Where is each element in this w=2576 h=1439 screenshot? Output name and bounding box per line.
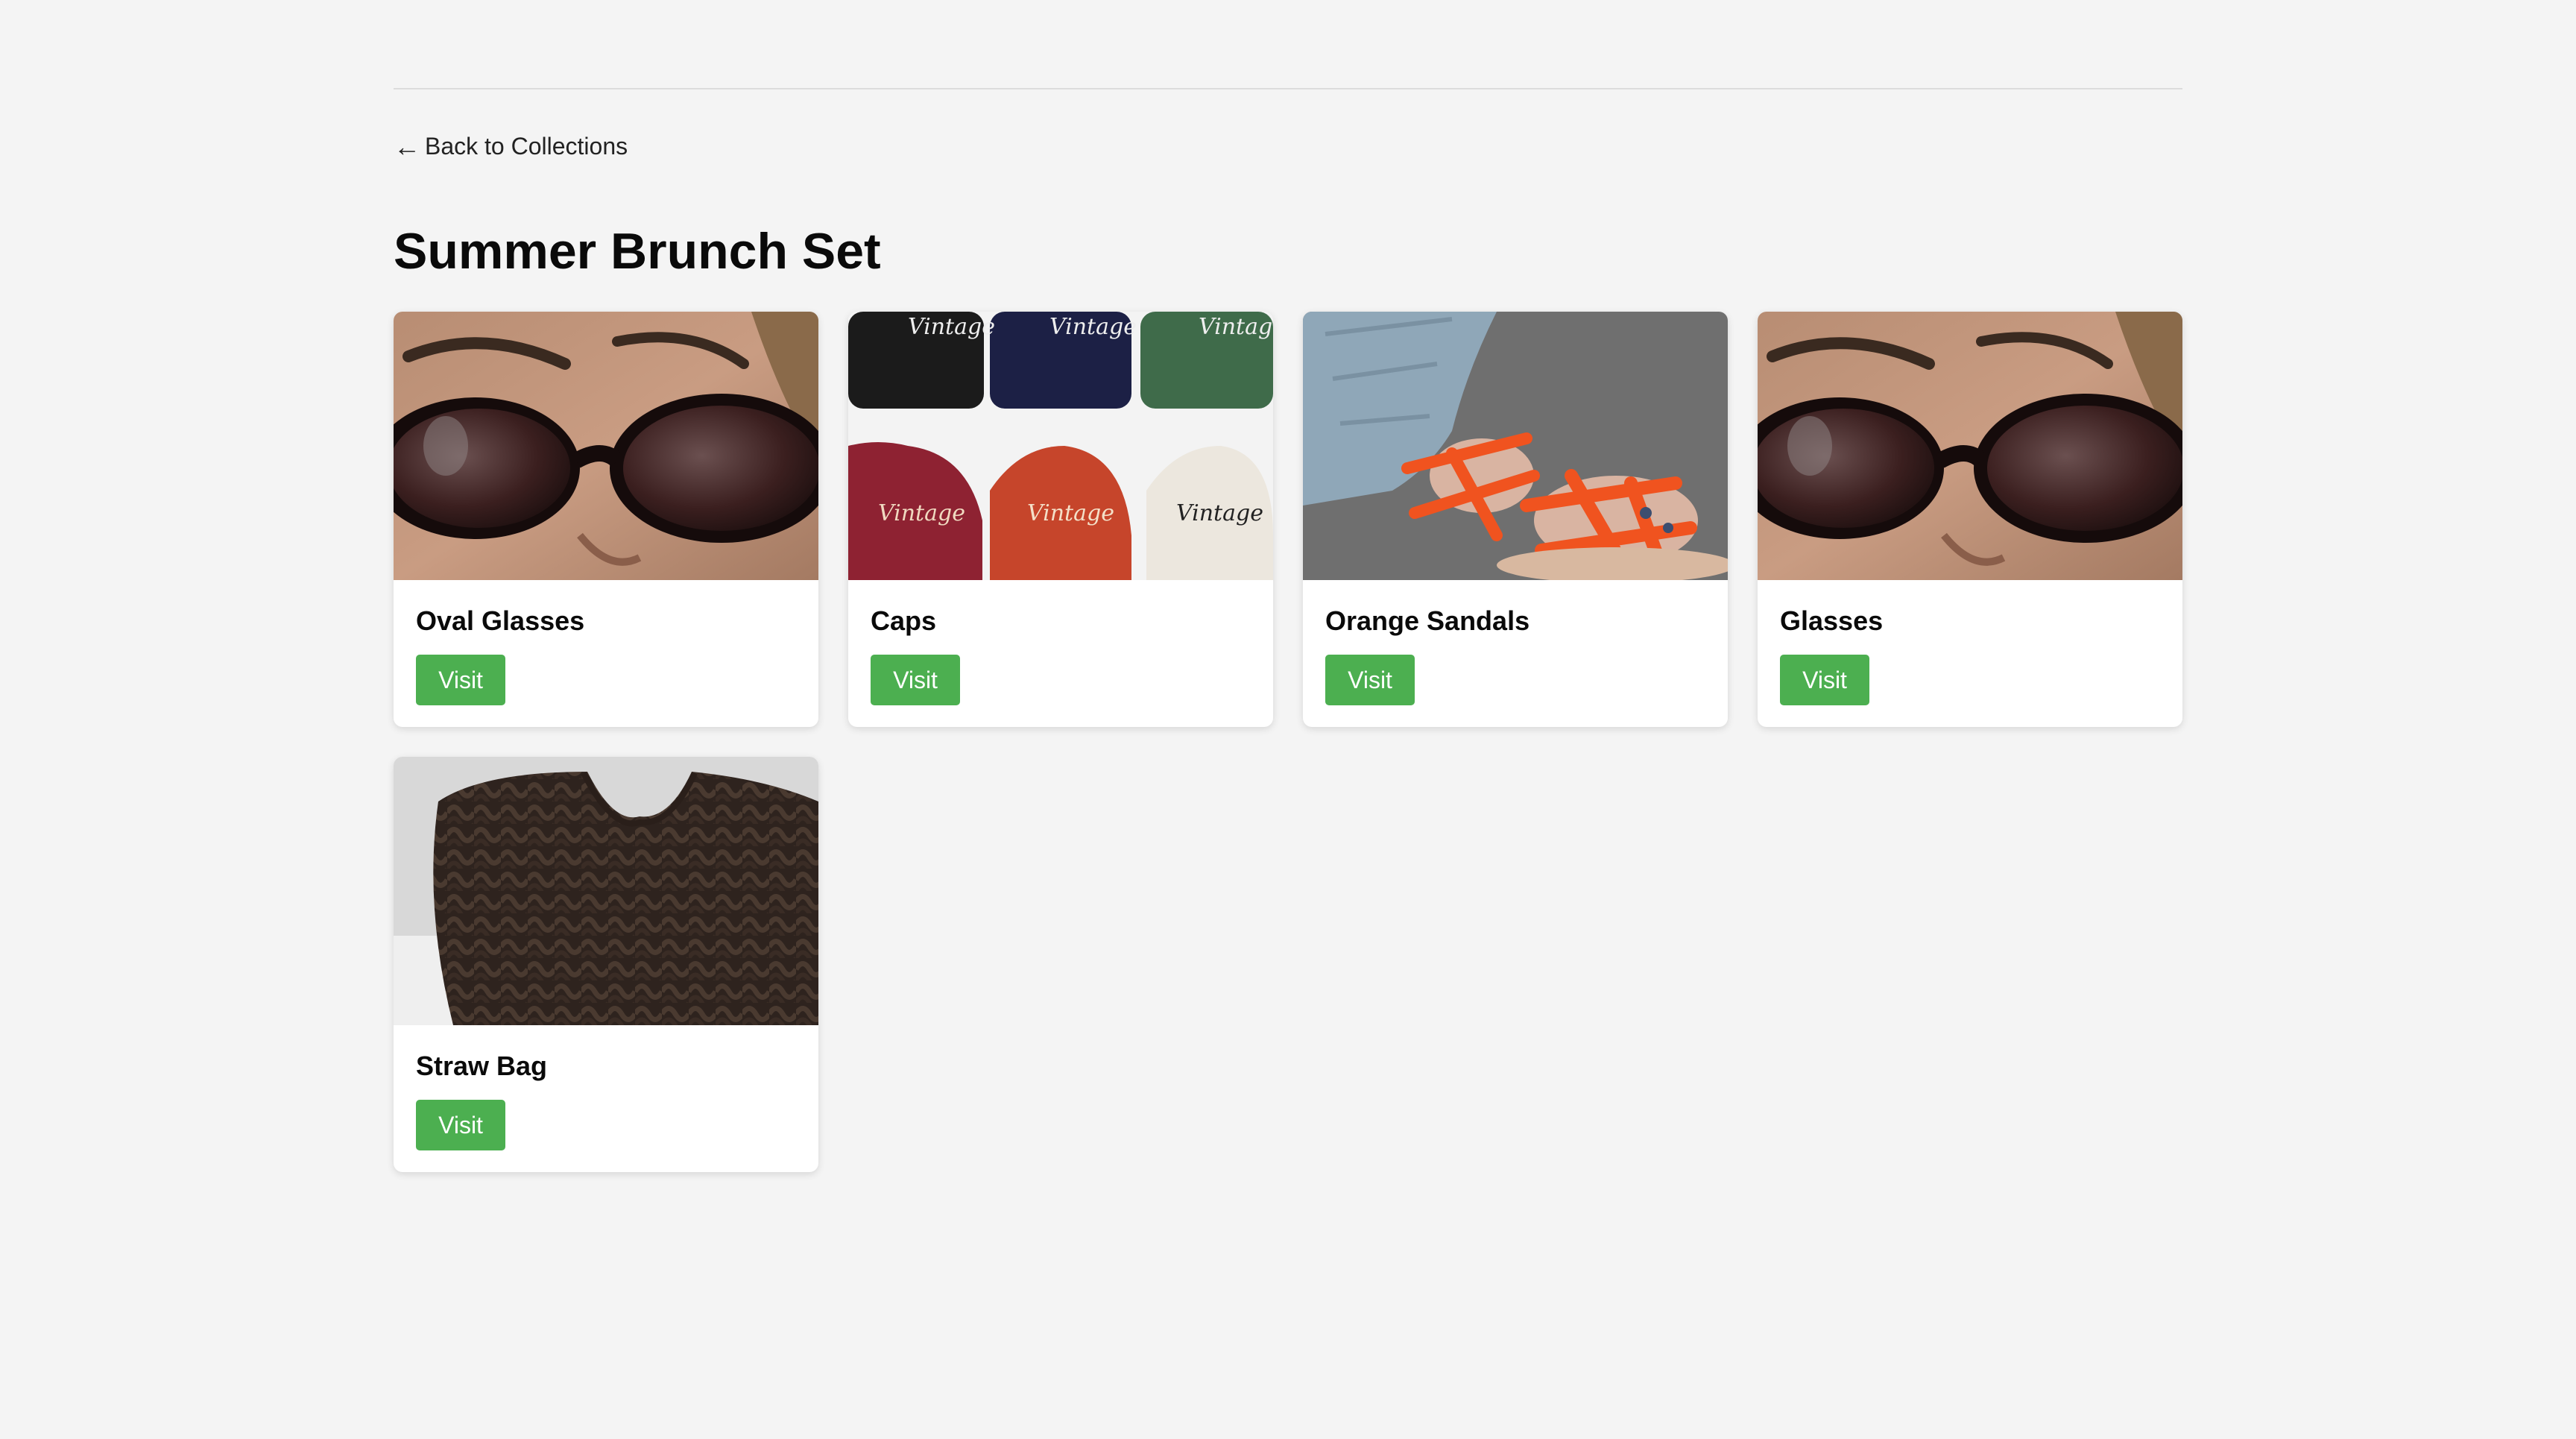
visit-button[interactable]: Visit: [416, 1100, 505, 1150]
sunglasses-photo: [1758, 312, 2182, 580]
product-grid: Oval Glasses Visit Vintage Vintage Vinta…: [394, 312, 2182, 1172]
visit-button[interactable]: Visit: [1325, 655, 1415, 705]
svg-text:Vintage: Vintage: [1049, 314, 1137, 340]
svg-text:Vintage: Vintage: [1176, 500, 1263, 526]
straw-bag-photo: [394, 757, 818, 1025]
product-image-orange-sandals[interactable]: [1303, 312, 1728, 580]
sunglasses-photo: [394, 312, 818, 580]
back-to-collections-link[interactable]: ← Back to Collections: [394, 133, 628, 160]
back-arrow-icon: ←: [394, 130, 420, 162]
product-card: Glasses Visit: [1758, 312, 2182, 727]
visit-button[interactable]: Visit: [1780, 655, 1869, 705]
svg-text:Vintage: Vintage: [1027, 500, 1114, 526]
product-name: Straw Bag: [416, 1051, 548, 1081]
svg-text:Vintage: Vintage: [1199, 314, 1273, 340]
svg-text:Vintage: Vintage: [908, 314, 995, 340]
visit-button[interactable]: Visit: [416, 655, 505, 705]
svg-text:Vintage: Vintage: [878, 500, 965, 526]
product-image-straw-bag[interactable]: [394, 757, 818, 1025]
header-divider: [394, 88, 2182, 89]
product-name: Oval Glasses: [416, 605, 585, 636]
product-name: Orange Sandals: [1325, 605, 1530, 636]
visit-button[interactable]: Visit: [871, 655, 960, 705]
sandals-photo: [1303, 312, 1728, 580]
product-image-caps[interactable]: Vintage Vintage Vintage Vintage Vintage …: [848, 312, 1273, 580]
product-image-oval-glasses[interactable]: [394, 312, 818, 580]
product-card: Oval Glasses Visit: [394, 312, 818, 727]
caps-photo: Vintage Vintage Vintage Vintage Vintage …: [848, 312, 1273, 580]
page-title: Summer Brunch Set: [394, 223, 881, 280]
back-link-label: Back to Collections: [425, 133, 628, 160]
product-card: Orange Sandals Visit: [1303, 312, 1728, 727]
product-name: Glasses: [1780, 605, 1884, 636]
product-card: Straw Bag Visit: [394, 757, 818, 1172]
product-card: Vintage Vintage Vintage Vintage Vintage …: [848, 312, 1273, 727]
product-image-glasses[interactable]: [1758, 312, 2182, 580]
product-name: Caps: [871, 605, 937, 636]
